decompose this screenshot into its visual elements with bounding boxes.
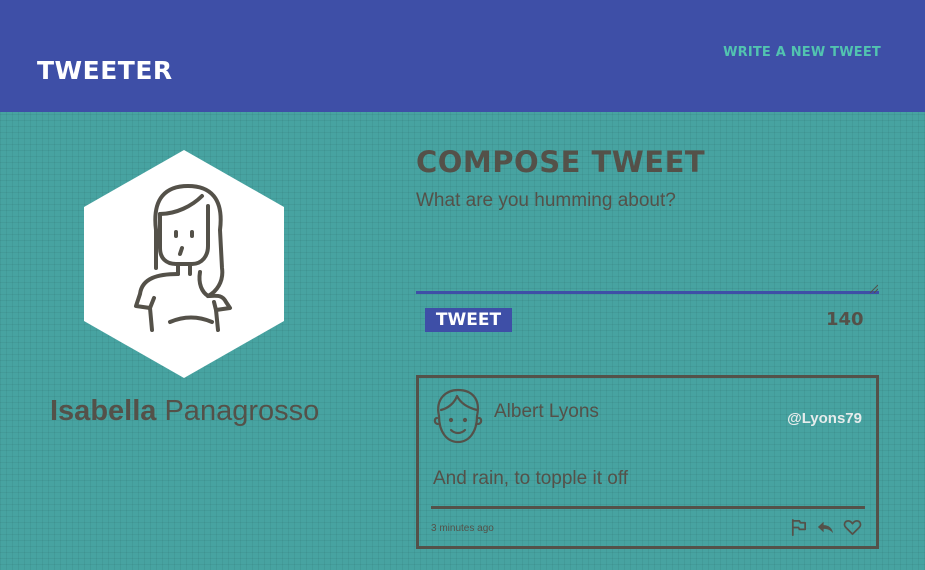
write-new-tweet-link[interactable]: WRITE A NEW TWEET bbox=[723, 45, 881, 60]
tweet-input[interactable] bbox=[416, 190, 879, 294]
tweet-actions bbox=[789, 518, 862, 537]
compose-title: COMPOSE TWEET bbox=[416, 145, 706, 179]
tweet-author-handle: @Lyons79 bbox=[787, 410, 862, 427]
tweet-button[interactable]: TWEET bbox=[425, 308, 512, 332]
tweet-card: Albert Lyons @Lyons79 And rain, to toppl… bbox=[416, 375, 879, 549]
navbar: TWEETER WRITE A NEW TWEET bbox=[0, 0, 925, 112]
profile-name: Isabella Panagrosso bbox=[50, 395, 319, 428]
profile-last-name: Panagrosso bbox=[164, 395, 320, 427]
brand-logo[interactable]: TWEETER bbox=[37, 56, 173, 85]
tweet-divider bbox=[431, 506, 865, 509]
heart-icon[interactable] bbox=[843, 518, 862, 537]
flag-icon[interactable] bbox=[789, 518, 808, 537]
tweet-timestamp: 3 minutes ago bbox=[431, 523, 494, 534]
profile-first-name: Isabella bbox=[50, 395, 157, 427]
tweet-author-name: Albert Lyons bbox=[494, 401, 599, 422]
profile-avatar bbox=[84, 150, 284, 378]
resize-grip-icon[interactable] bbox=[868, 283, 878, 293]
tweet-body: And rain, to topple it off bbox=[433, 468, 629, 489]
retweet-icon[interactable] bbox=[816, 518, 835, 537]
character-counter: 140 bbox=[826, 309, 864, 330]
man-avatar-icon bbox=[433, 388, 483, 444]
